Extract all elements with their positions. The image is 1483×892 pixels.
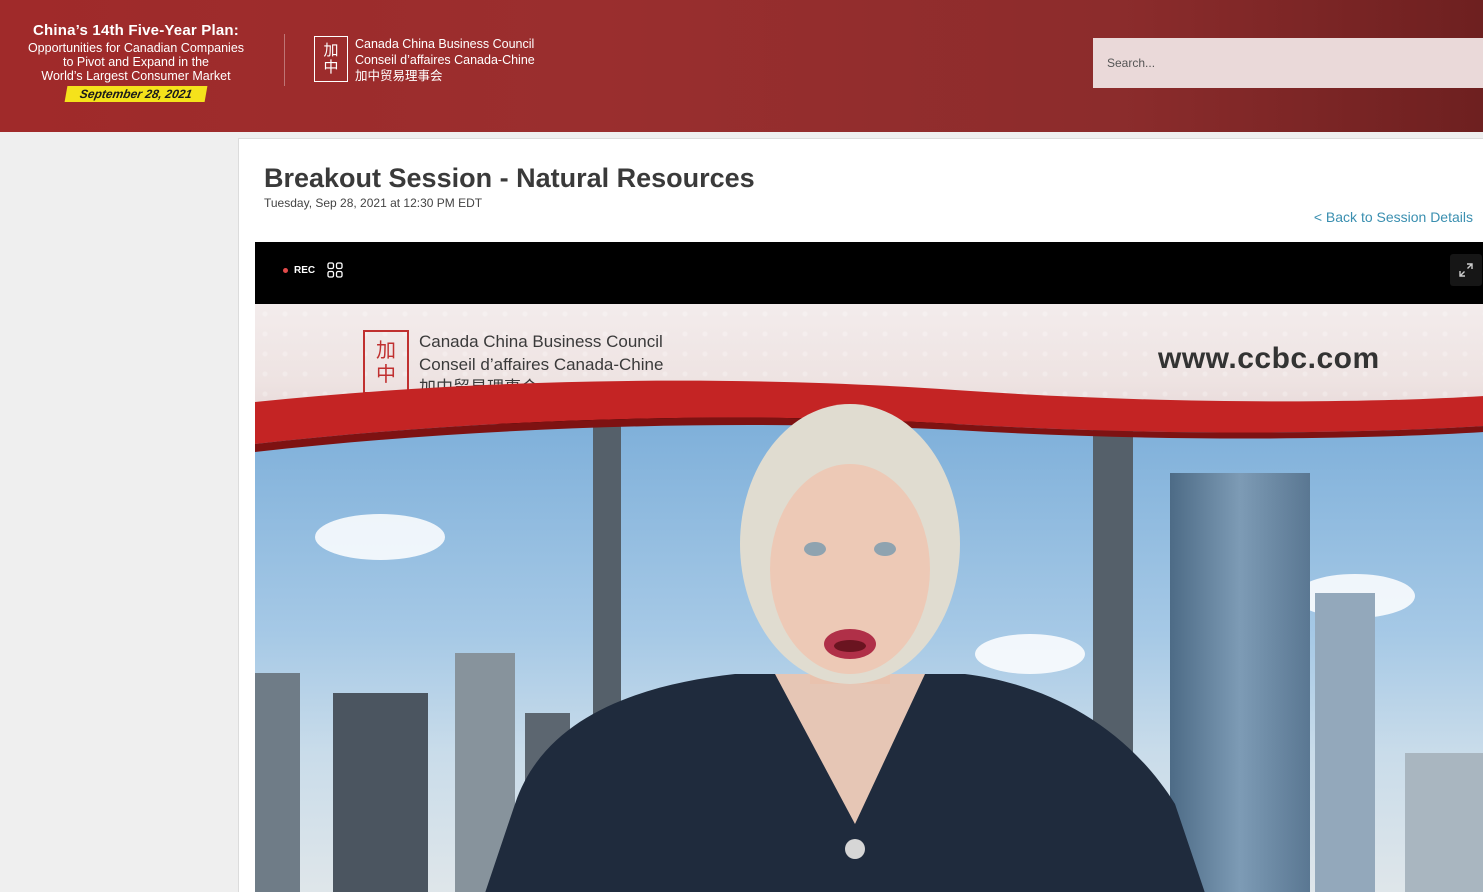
event-subtitle: Opportunities for Canadian Companies to … (18, 41, 254, 83)
event-title: China’s 14th Five-Year Plan: (33, 22, 239, 39)
session-datetime: Tuesday, Sep 28, 2021 at 12:30 PM EDT (264, 196, 483, 210)
event-subtitle-line: World’s Largest Consumer Market (41, 69, 231, 83)
search-input[interactable] (1093, 38, 1483, 88)
session-panel: Breakout Session - Natural Resources Tue… (238, 138, 1483, 892)
event-branding[interactable]: China’s 14th Five-Year Plan: Opportuniti… (18, 22, 254, 103)
ccbc-name-en: Canada China Business Council (355, 37, 535, 51)
seal-char: 中 (323, 58, 339, 76)
banner-url: www.ccbc.com (1158, 342, 1380, 375)
ccbc-logo[interactable]: 加 中 Canada China Business Council Consei… (314, 36, 535, 84)
event-subtitle-line: to Pivot and Expand in the (63, 55, 209, 69)
video-player[interactable]: REC 加 中 Canada China Business Council Co… (255, 242, 1483, 892)
building-shape (1315, 593, 1375, 892)
left-sidebar (0, 132, 238, 892)
building-shape (255, 673, 300, 892)
ccbc-name-zh: 加中贸易理事会 (355, 69, 443, 83)
seal-char: 加 (323, 41, 339, 59)
banner-name-fr: Conseil d’affaires Canada-Chine (419, 355, 664, 374)
building-shape (1405, 753, 1483, 892)
grid-view-icon[interactable] (327, 262, 343, 278)
rec-dot-icon (283, 268, 288, 273)
event-date-badge: September 28, 2021 (64, 86, 208, 102)
back-to-session-details-link[interactable]: < Back to Session Details (1314, 209, 1473, 225)
video-stream: 加 中 Canada China Business Council Consei… (255, 304, 1483, 892)
fullscreen-expand-button[interactable] (1450, 254, 1482, 286)
page-title: Breakout Session - Natural Resources (264, 163, 755, 193)
banner-name-en: Canada China Business Council (419, 332, 663, 351)
event-subtitle-line: Opportunities for Canadian Companies (27, 41, 245, 55)
player-toolbar: REC (255, 242, 1483, 304)
site-header: China’s 14th Five-Year Plan: Opportuniti… (0, 0, 1483, 132)
ccbc-seal-icon: 加 中 (314, 36, 348, 82)
recording-indicator: REC (283, 265, 315, 276)
cloud-shape (315, 514, 445, 560)
presenter-video-figure (485, 404, 1205, 892)
building-shape (333, 693, 428, 892)
expand-icon (1459, 263, 1473, 277)
header-divider (284, 34, 285, 86)
ccbc-name-fr: Conseil d’affaires Canada-Chine (355, 53, 535, 67)
seal-char: 加 (376, 338, 396, 362)
ccbc-name: Canada China Business Council Conseil d’… (355, 36, 535, 84)
rec-label: REC (294, 265, 316, 276)
